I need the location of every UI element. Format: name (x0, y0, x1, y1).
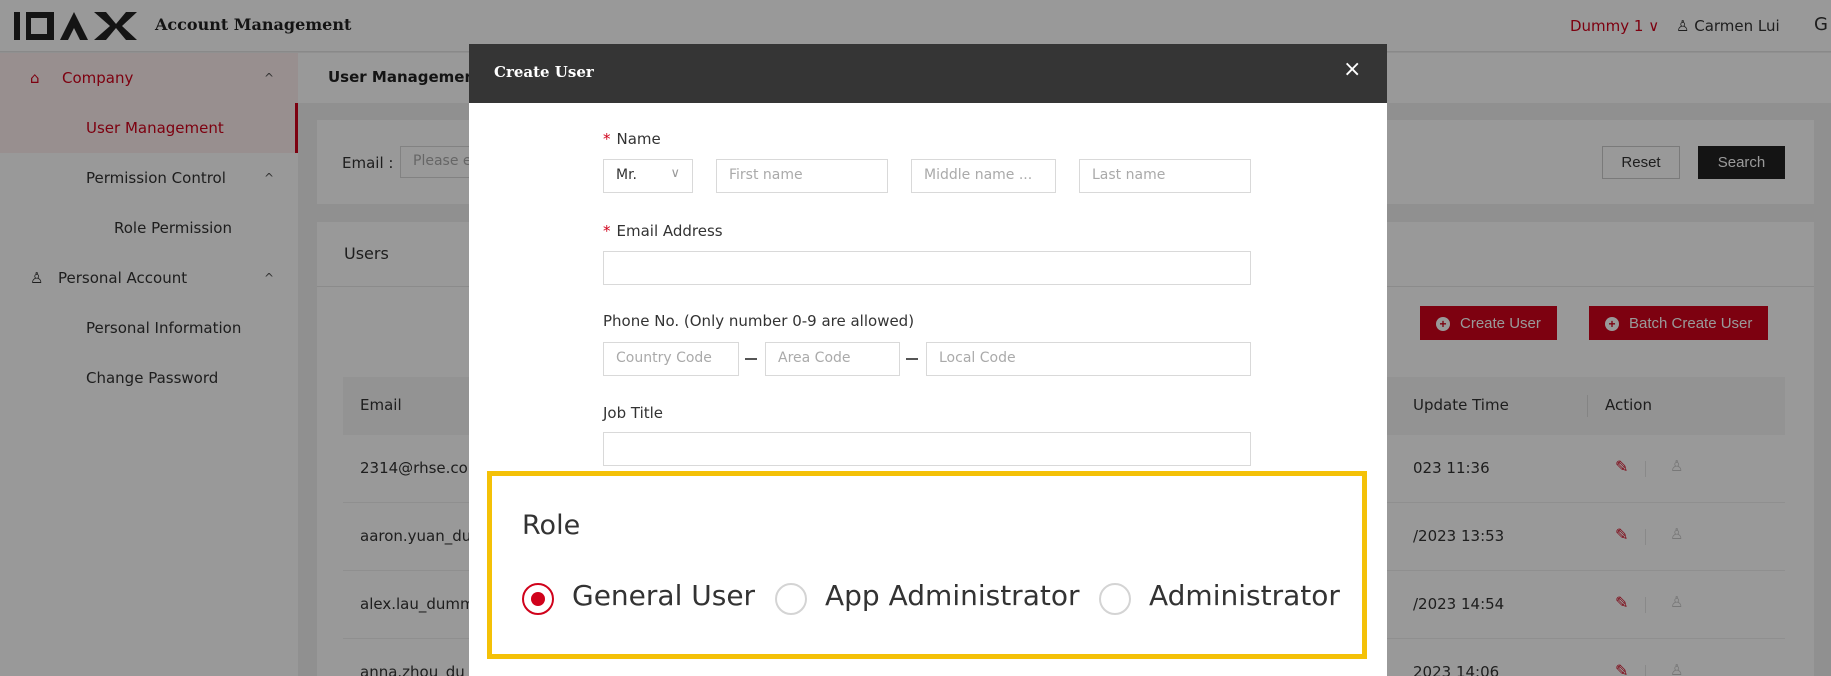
middle-name-input[interactable]: Middle name ... (911, 159, 1056, 193)
job-title-label: Job Title (603, 404, 664, 422)
last-name-input[interactable]: Last name (1079, 159, 1251, 193)
role-option-label: Administrator (1149, 579, 1340, 612)
role-option-label: App Administrator (825, 579, 1080, 612)
modal-header: Create User × (469, 44, 1387, 103)
required-mark: * (603, 222, 611, 240)
role-section-highlight: Role General User App Administrator Admi… (487, 471, 1367, 659)
first-name-input[interactable]: First name (716, 159, 888, 193)
email-label: * Email Address (603, 222, 723, 240)
radio-unchecked-icon (775, 583, 807, 615)
title-select-value: Mr. (616, 167, 637, 183)
title-select[interactable]: Mr. ∨ (603, 159, 693, 193)
area-code-input[interactable]: Area Code (765, 342, 900, 376)
chevron-down-icon: ∨ (670, 166, 680, 181)
country-code-input[interactable]: Country Code (603, 342, 739, 376)
job-title-input[interactable] (603, 432, 1251, 466)
role-label: Role (522, 510, 581, 541)
name-label: * Name (603, 130, 661, 148)
phone-separator (906, 358, 918, 360)
local-code-input[interactable]: Local Code (926, 342, 1251, 376)
phone-label: Phone No. (Only number 0-9 are allowed) (603, 312, 915, 330)
close-icon[interactable]: × (1343, 57, 1361, 82)
role-option-label: General User (572, 579, 756, 612)
email-field[interactable] (603, 251, 1251, 285)
phone-separator (745, 358, 757, 360)
radio-unchecked-icon (1099, 583, 1131, 615)
required-mark: * (603, 130, 611, 148)
radio-checked-icon (522, 583, 554, 615)
modal-title: Create User (494, 63, 594, 81)
